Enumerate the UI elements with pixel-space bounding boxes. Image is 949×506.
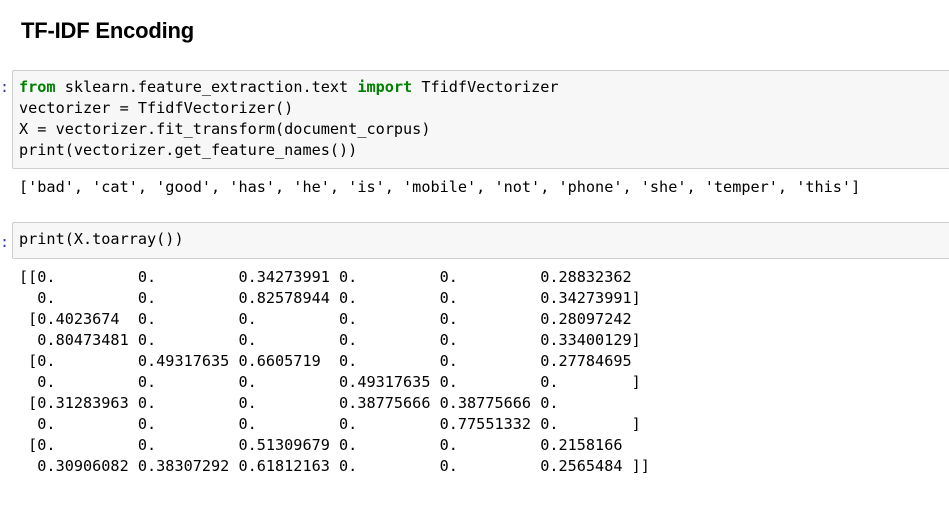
array-row: 0. 0. 0.82578944 0. 0. 0.34273991]	[19, 289, 641, 307]
array-row: [0.4023674 0. 0. 0. 0. 0.28097242	[19, 310, 632, 328]
code-line: from sklearn.feature_extraction.text imp…	[19, 78, 559, 96]
array-output: [[0. 0. 0.34273991 0. 0. 0.28832362 0. 0…	[19, 267, 650, 477]
cell-output-text: ['bad', 'cat', 'good', 'has', 'he', 'is'…	[19, 178, 861, 196]
array-row: [0. 0. 0.51309679 0. 0. 0.2158166	[19, 436, 623, 454]
array-row: [0. 0.49317635 0.6605719 0. 0. 0.2778469…	[19, 352, 632, 370]
array-row: 0. 0. 0. 0. 0.77551332 0. ]	[19, 415, 641, 433]
cell-prompt: :	[0, 78, 10, 96]
code-line: print(X.toarray())	[19, 230, 184, 248]
array-row: [[0. 0. 0.34273991 0. 0. 0.28832362	[19, 268, 632, 286]
code-editor[interactable]: print(X.toarray())	[13, 223, 949, 250]
array-row: 0.80473481 0. 0. 0. 0. 0.33400129]	[19, 331, 641, 349]
code-cell-input[interactable]: from sklearn.feature_extraction.text imp…	[12, 70, 949, 169]
code-cell-input[interactable]: print(X.toarray())	[12, 222, 949, 259]
code-line: print(vectorizer.get_feature_names())	[19, 141, 358, 159]
code-line: vectorizer = TfidfVectorizer()	[19, 99, 294, 117]
array-row: 0.30906082 0.38307292 0.61812163 0. 0. 0…	[19, 457, 650, 475]
array-row: 0. 0. 0. 0.49317635 0. 0. ]	[19, 373, 641, 391]
code-line: X = vectorizer.fit_transform(document_co…	[19, 120, 431, 138]
section-heading: TF-IDF Encoding	[21, 18, 194, 43]
cell-prompt: :	[0, 233, 10, 251]
code-editor[interactable]: from sklearn.feature_extraction.text imp…	[13, 71, 949, 161]
array-row: [0.31283963 0. 0. 0.38775666 0.38775666 …	[19, 394, 559, 412]
